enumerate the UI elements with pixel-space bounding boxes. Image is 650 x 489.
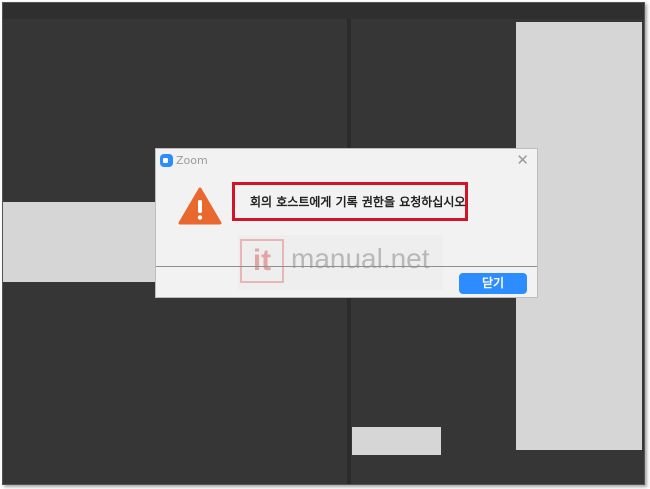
watermark-logo: it [240,239,284,283]
watermark-text: manual.net [291,243,430,274]
close-button[interactable]: 닫기 [459,273,527,294]
zoom-app-icon [160,154,173,167]
video-tile-left [3,202,156,282]
dialog-app-title: Zoom [176,154,208,167]
dialog-separator [156,266,537,267]
dialog-titlebar: Zoom ✕ [156,149,537,173]
alert-dialog: Zoom ✕ 회의 호스트에게 기록 권한을 요청하십시오 it manual.… [155,148,538,298]
dialog-message: 회의 호스트에게 기록 권한을 요청하십시오 [250,195,466,209]
close-icon[interactable]: ✕ [516,151,529,169]
meeting-top-bar [3,3,644,19]
video-tile-bottom [352,427,441,455]
screenshot-frame: Zoom ✕ 회의 호스트에게 기록 권한을 요청하십시오 it manual.… [2,2,645,485]
warning-icon [178,187,222,225]
watermark: it manual.net [238,235,443,290]
